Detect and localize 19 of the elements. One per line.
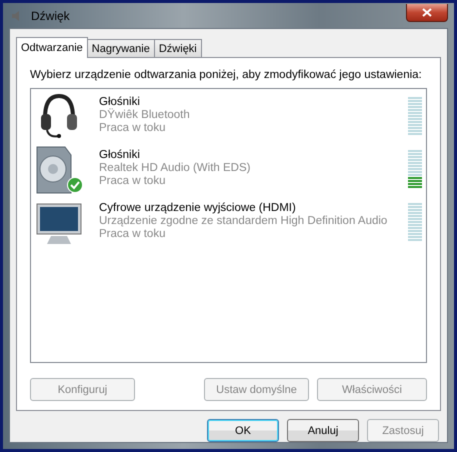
close-button[interactable] bbox=[406, 4, 448, 22]
device-driver: DŸwiêk Bluetooth bbox=[99, 109, 191, 122]
device-name: Głośniki bbox=[99, 96, 141, 108]
close-icon bbox=[422, 8, 432, 16]
device-status: Praca w toku bbox=[99, 122, 166, 135]
instruction-text: Wybierz urządzenie odtwarzania poniżej, aby zmodyfikować jego ustawienia: bbox=[30, 69, 423, 81]
tab[interactable]: Nagrywanie bbox=[86, 39, 155, 57]
tab[interactable]: Dźwięki bbox=[154, 39, 202, 57]
device-status: Praca w toku bbox=[99, 175, 166, 188]
device-name: Cyfrowe urządzenie wyjściowe (HDMI) bbox=[99, 202, 297, 215]
window-title: Dźwięk bbox=[31, 8, 70, 22]
dialog-button[interactable]: Anuluj bbox=[287, 419, 359, 442]
device-name: Głośniki bbox=[99, 149, 141, 162]
tab[interactable]: Odtwarzanie bbox=[16, 37, 88, 58]
device-status: Praca w toku bbox=[99, 228, 166, 241]
device-driver: Realtek HD Audio (With EDS) bbox=[99, 162, 252, 175]
device-driver: Urządzenie zgodne ze standardem High Definition Audio bbox=[99, 215, 388, 228]
monitor-icon bbox=[35, 202, 83, 246]
dialog-button[interactable]: OK bbox=[207, 419, 279, 442]
